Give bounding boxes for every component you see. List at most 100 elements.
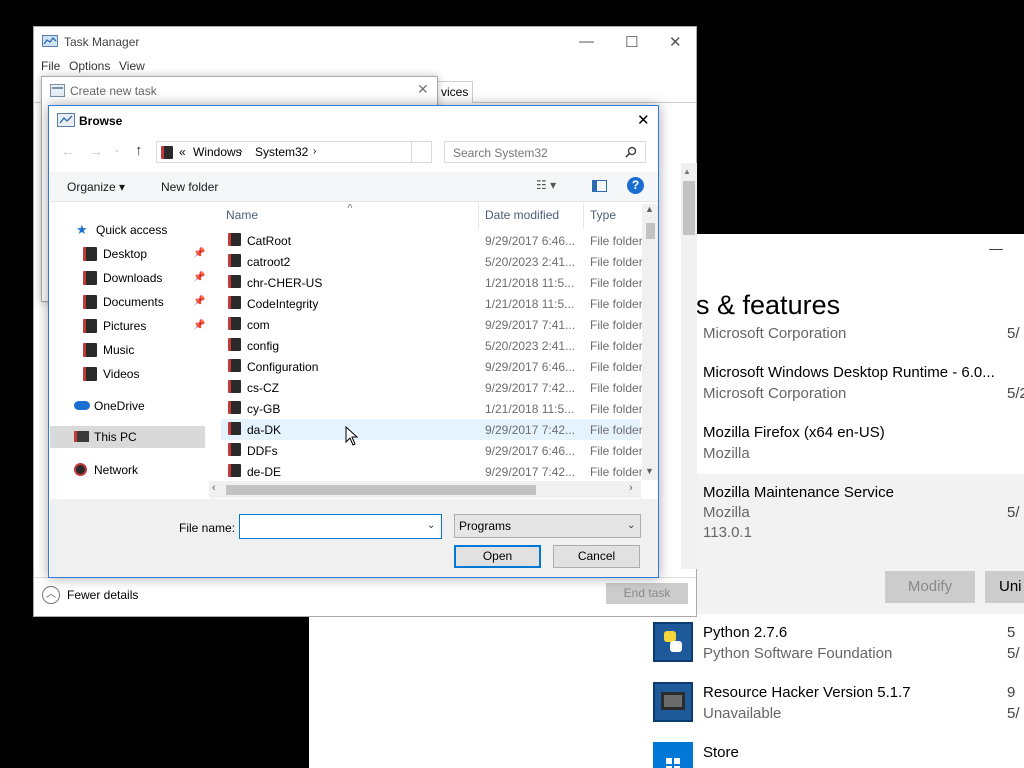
scrollbar[interactable]: ▲ <box>681 163 697 569</box>
column-divider[interactable] <box>478 204 479 228</box>
maximize-icon[interactable]: ☐ <box>625 33 638 51</box>
app-name: Resource Hacker Version 5.1.7 <box>703 684 911 701</box>
nav-label: Network <box>94 463 139 477</box>
file-row[interactable]: CatRoot 9/29/2017 6:46... File folder <box>221 230 643 251</box>
preview-pane-icon[interactable] <box>592 180 607 192</box>
file-type: File folder <box>590 318 643 332</box>
column-date-modified[interactable]: Date modified <box>485 208 559 222</box>
file-row[interactable]: com 9/29/2017 7:41... File folder <box>221 314 643 335</box>
scroll-left-icon[interactable]: ‹ <box>212 482 216 494</box>
end-task-button[interactable]: End task <box>606 583 688 604</box>
chevron-down-icon[interactable]: ⌄ <box>427 520 435 531</box>
vertical-scrollbar[interactable]: ▲ ▼ <box>642 204 658 480</box>
modify-button[interactable]: Modify <box>885 571 975 603</box>
column-name[interactable]: Name <box>226 208 258 222</box>
horizontal-scrollbar[interactable]: ‹ › <box>209 481 641 498</box>
app-entry-selected[interactable]: Mozilla Maintenance Service Mozilla 113.… <box>649 474 1024 614</box>
nav-this-pc[interactable]: This PC <box>50 426 205 448</box>
app-publisher: Mozilla <box>703 504 750 521</box>
file-row[interactable]: de-DE 9/29/2017 7:42... File folder <box>221 461 643 482</box>
documents-icon <box>83 295 97 309</box>
open-button[interactable]: Open <box>454 545 541 568</box>
cloud-icon <box>74 401 90 410</box>
search-input[interactable]: Search System32 <box>444 141 646 163</box>
file-name-input[interactable] <box>239 514 442 539</box>
address-bar[interactable]: « Windows › System32 › <box>156 141 432 163</box>
window-title: Task Manager <box>64 35 140 49</box>
file-row[interactable]: Configuration 9/29/2017 6:46... File folde… <box>221 356 643 377</box>
app-name: Store <box>703 744 739 761</box>
pin-icon[interactable]: 📌 <box>193 296 205 307</box>
pin-icon[interactable]: 📌 <box>193 320 205 331</box>
menu-options[interactable]: Options <box>69 59 110 73</box>
close-icon[interactable]: ✕ <box>417 81 429 98</box>
view-options-icon[interactable]: ☷ ▾ <box>536 178 556 192</box>
scroll-thumb[interactable] <box>226 485 536 495</box>
file-name: Configuration <box>247 360 319 374</box>
breadcrumb-windows[interactable]: Windows <box>193 145 242 159</box>
close-icon[interactable]: ✕ <box>637 111 650 129</box>
scroll-thumb[interactable] <box>646 223 655 239</box>
app-name: Python 2.7.6 <box>703 624 788 641</box>
file-name: da-DK <box>247 423 282 437</box>
app-size: 5 <box>1007 624 1016 641</box>
file-date: 9/29/2017 7:42... <box>485 381 576 395</box>
file-type-select[interactable]: Programs <box>454 514 641 538</box>
file-type: File folder <box>590 402 643 416</box>
app-entry-partial[interactable]: Microsoft Corporation 5/ <box>649 322 1024 346</box>
file-row[interactable]: CodeIntegrity 1/21/2018 11:5... File folde… <box>221 293 643 314</box>
scroll-up-icon[interactable]: ▲ <box>645 204 654 214</box>
file-type: File folder <box>590 360 643 374</box>
file-row-hovered[interactable]: da-DK 9/29/2017 7:42... File folder <box>221 419 643 440</box>
file-date: 5/20/2023 2:41... <box>485 339 576 353</box>
close-icon[interactable]: ✕ <box>669 33 682 51</box>
file-row[interactable]: chr-CHER-US 1/21/2018 11:5... File folder <box>221 272 643 293</box>
app-entry[interactable]: Python 2.7.6 Python Software Foundation … <box>649 616 1024 672</box>
chevron-right-icon[interactable]: › <box>313 146 316 157</box>
cancel-button[interactable]: Cancel <box>553 545 640 568</box>
up-icon[interactable]: ↑ <box>135 142 143 159</box>
uninstall-button[interactable]: Uni <box>985 571 1024 603</box>
file-row[interactable]: config 5/20/2023 2:41... File folder <box>221 335 643 356</box>
menu-view[interactable]: View <box>119 59 145 73</box>
help-icon[interactable]: ? <box>627 177 644 194</box>
back-icon[interactable]: ← <box>61 143 75 159</box>
scroll-down-icon[interactable]: ▼ <box>645 466 654 476</box>
minimize-icon[interactable]: — <box>579 33 594 50</box>
fewer-details-link[interactable]: Fewer details <box>67 588 138 602</box>
app-entry[interactable]: Store <box>649 736 1024 768</box>
file-row[interactable]: cy-GB 1/21/2018 11:5... File folder <box>221 398 643 419</box>
app-entry[interactable]: Resource Hacker Version 5.1.7 Unavailabl… <box>649 676 1024 732</box>
organize-button[interactable]: Organize ▾ <box>67 180 125 194</box>
breadcrumb-overflow[interactable]: « <box>179 145 186 159</box>
file-row[interactable]: cs-CZ 9/29/2017 7:42... File folder <box>221 377 643 398</box>
folder-icon <box>228 233 241 246</box>
file-row[interactable]: catroot2 5/20/2023 2:41... File folder <box>221 251 643 272</box>
new-folder-button[interactable]: New folder <box>161 180 218 194</box>
page-title: ps & features <box>681 290 841 320</box>
app-entry[interactable]: Mozilla Firefox (x64 en-US) Mozilla <box>649 416 1024 472</box>
chevron-down-icon[interactable]: ⌄ <box>627 520 635 531</box>
recent-locations-icon[interactable]: ⌄ <box>113 144 121 155</box>
address-dropdown[interactable] <box>411 142 431 162</box>
menu-file[interactable]: File <box>41 59 60 73</box>
folder-icon <box>228 443 241 456</box>
file-row[interactable]: DDFs 9/29/2017 6:46... File folder <box>221 440 643 461</box>
search-icon[interactable] <box>625 146 637 158</box>
pin-icon[interactable]: 📌 <box>193 272 205 283</box>
breadcrumb-system32[interactable]: System32 <box>255 145 308 159</box>
column-divider[interactable] <box>583 204 584 228</box>
nav-label: This PC <box>94 430 137 444</box>
downloads-icon <box>83 271 97 285</box>
forward-icon[interactable]: → <box>89 143 103 159</box>
minimize-icon[interactable]: — <box>989 240 1003 256</box>
file-name: chr-CHER-US <box>247 276 323 290</box>
nav-label: Desktop <box>103 247 148 261</box>
chevron-up-icon[interactable]: ︿ <box>42 586 60 604</box>
app-entry[interactable]: Microsoft Windows Desktop Runtime - 6.0.… <box>649 356 1024 412</box>
pin-icon[interactable]: 📌 <box>193 248 205 259</box>
column-type[interactable]: Type <box>590 208 616 222</box>
chevron-right-icon[interactable]: › <box>239 146 242 157</box>
scroll-right-icon[interactable]: › <box>629 482 633 494</box>
tab-services[interactable]: vices <box>436 81 474 103</box>
